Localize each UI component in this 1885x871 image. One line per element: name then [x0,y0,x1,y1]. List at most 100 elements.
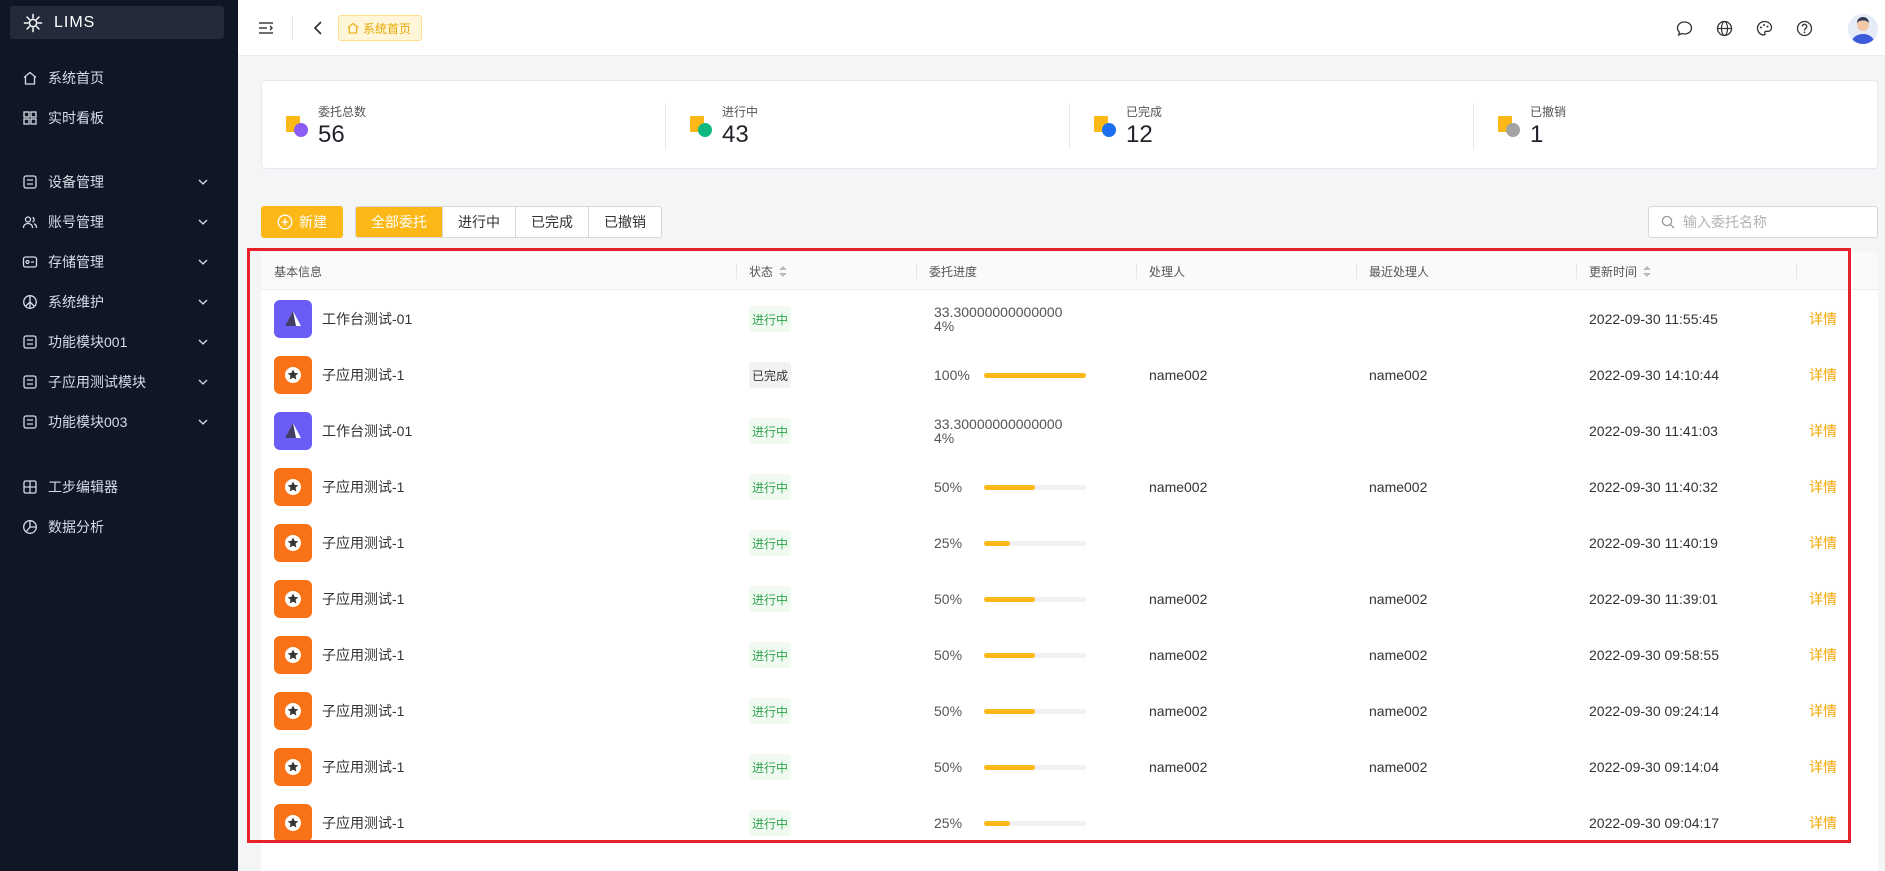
updated-time-cell: 2022-09-30 09:14:04 [1589,739,1789,795]
globe-icon[interactable] [1714,18,1734,38]
action-cell: 详情 [1809,739,1869,795]
sidebar-item-maintenance[interactable]: 系统维护 [0,285,238,319]
detail-link[interactable]: 详情 [1809,365,1837,385]
user-avatar[interactable] [1848,14,1878,44]
progress-cell: 50% [934,683,1134,739]
detail-link[interactable]: 详情 [1809,645,1837,665]
search-input[interactable] [1683,214,1863,230]
progress-fill [984,540,1010,546]
status-cell: 进行中 [749,571,909,627]
app-logo[interactable]: LIMS [10,6,224,39]
sidebar-item-accounts[interactable]: 账号管理 [0,205,238,239]
column-header-status[interactable]: 状态 [736,252,916,290]
subapp-star-icon [274,692,312,730]
table-row[interactable]: 子应用测试-1 进行中 25% 2022-09-30 09:04:17 详情 [261,795,1878,851]
stat-value: 1 [1530,121,1544,148]
commission-name: 子应用测试-1 [322,647,405,663]
table-row[interactable]: 子应用测试-1 进行中 50% name002 name002 2022-09-30 09… [261,683,1878,739]
storage-icon [22,254,38,270]
handler-name: name002 [1149,479,1208,495]
recent-handler-cell: name002 [1369,571,1569,627]
detail-link[interactable]: 详情 [1809,533,1837,553]
stat-icon [286,116,308,137]
recent-handler-name: name002 [1369,759,1428,775]
status-cell: 进行中 [749,291,909,347]
sidebar-item-label: 系统首页 [48,70,104,86]
sidebar-item-dashboard[interactable]: 实时看板 [0,101,238,135]
table-row[interactable]: 工作台测试-01 进行中 33.30000000000000 4% 2022-09-3… [261,403,1878,459]
handler-cell [1149,515,1349,571]
action-cell: 详情 [1809,795,1869,851]
detail-link[interactable]: 详情 [1809,309,1837,329]
detail-link[interactable]: 详情 [1809,701,1837,721]
stat-label: 委托总数 [318,105,367,119]
progress-cell: 33.30000000000000 4% [934,291,1134,347]
sidebar-item-module-001[interactable]: 功能模块001 [0,325,238,359]
table-row[interactable]: 子应用测试-1 进行中 50% name002 name002 2022-09-30 09… [261,739,1878,795]
basic-info-cell: 子应用测试-1 [274,683,734,739]
sort-icon[interactable] [779,265,788,277]
sidebar-item-step-editor[interactable]: 工步编辑器 [0,470,238,504]
stat-value: 43 [722,121,749,148]
detail-link[interactable]: 详情 [1809,813,1837,833]
palette-icon[interactable] [1754,18,1774,38]
sort-icon[interactable] [1643,265,1652,277]
detail-link[interactable]: 详情 [1809,757,1837,777]
table-row[interactable]: 子应用测试-1 进行中 25% 2022-09-30 11:40:19 详情 [261,515,1878,571]
table-row[interactable]: 工作台测试-01 进行中 33.30000000000000 4% 2022-09-3… [261,291,1878,347]
stat-in-progress: 进行中 43 [666,81,1070,170]
filter-tab-all[interactable]: 全部委托 [356,207,443,237]
sidebar-item-home[interactable]: 系统首页 [0,61,238,95]
filter-tab-completed[interactable]: 已完成 [516,207,589,237]
new-commission-button[interactable]: 新建 [261,206,343,238]
detail-link[interactable]: 详情 [1809,477,1837,497]
table-icon [22,174,38,190]
sidebar-item-label: 数据分析 [48,519,104,535]
progress-cell: 25% [934,515,1134,571]
commission-name: 工作台测试-01 [322,311,413,327]
sidebar-item-storage[interactable]: 存储管理 [0,245,238,279]
home-icon [347,22,359,34]
home-icon [22,70,38,86]
search-box [1648,206,1878,238]
chevron-down-icon [198,179,208,185]
table-row[interactable]: 子应用测试-1 进行中 50% name002 name002 2022-09-30 09… [261,627,1878,683]
table-row[interactable]: 子应用测试-1 进行中 50% name002 name002 2022-09-30 11… [261,459,1878,515]
filter-tab-in-progress[interactable]: 进行中 [443,207,516,237]
detail-link[interactable]: 详情 [1809,421,1837,441]
table-row[interactable]: 子应用测试-1 进行中 50% name002 name002 2022-09-30 11… [261,571,1878,627]
sidebar-item-label: 实时看板 [48,110,104,126]
updated-time-cell: 2022-09-30 11:39:01 [1589,571,1789,627]
column-header-updated-time[interactable]: 更新时间 [1576,252,1796,290]
status-badge: 已完成 [749,362,792,388]
status-cell: 进行中 [749,739,909,795]
basic-info-cell: 子应用测试-1 [274,515,734,571]
detail-link[interactable]: 详情 [1809,589,1837,609]
sidebar-item-data-analysis[interactable]: 数据分析 [0,510,238,544]
help-icon[interactable] [1794,18,1814,38]
status-badge: 进行中 [749,530,792,556]
handler-name: name002 [1149,367,1208,383]
message-icon[interactable] [1674,18,1694,38]
sidebar-item-devices[interactable]: 设备管理 [0,165,238,199]
menu-fold-icon[interactable] [256,18,276,38]
commission-name: 子应用测试-1 [322,367,405,383]
subapp-star-icon [274,748,312,786]
plus-circle-icon [277,214,293,230]
sidebar-item-module-003[interactable]: 功能模块003 [0,405,238,439]
updated-time-cell: 2022-09-30 09:24:14 [1589,683,1789,739]
status-badge: 进行中 [749,418,792,444]
progress-text: 33.30000000000000 4% [934,304,1063,334]
status-badge: 进行中 [749,754,792,780]
breadcrumb-tag-home[interactable]: 系统首页 [338,15,423,41]
sidebar-item-subapp-module[interactable]: 子应用测试模块 [0,365,238,399]
stat-label: 进行中 [722,105,759,119]
table-row[interactable]: 子应用测试-1 已完成 100% name002 name002 2022-09-30 1… [261,347,1878,403]
back-icon[interactable] [308,18,328,38]
column-header-label: 最近处理人 [1369,264,1430,279]
recent-handler-cell [1369,291,1569,347]
filter-tab-cancelled[interactable]: 已撤销 [589,207,661,237]
progress-text: 50% [934,591,963,607]
status-cell: 进行中 [749,459,909,515]
updated-time: 2022-09-30 09:14:04 [1589,759,1719,775]
